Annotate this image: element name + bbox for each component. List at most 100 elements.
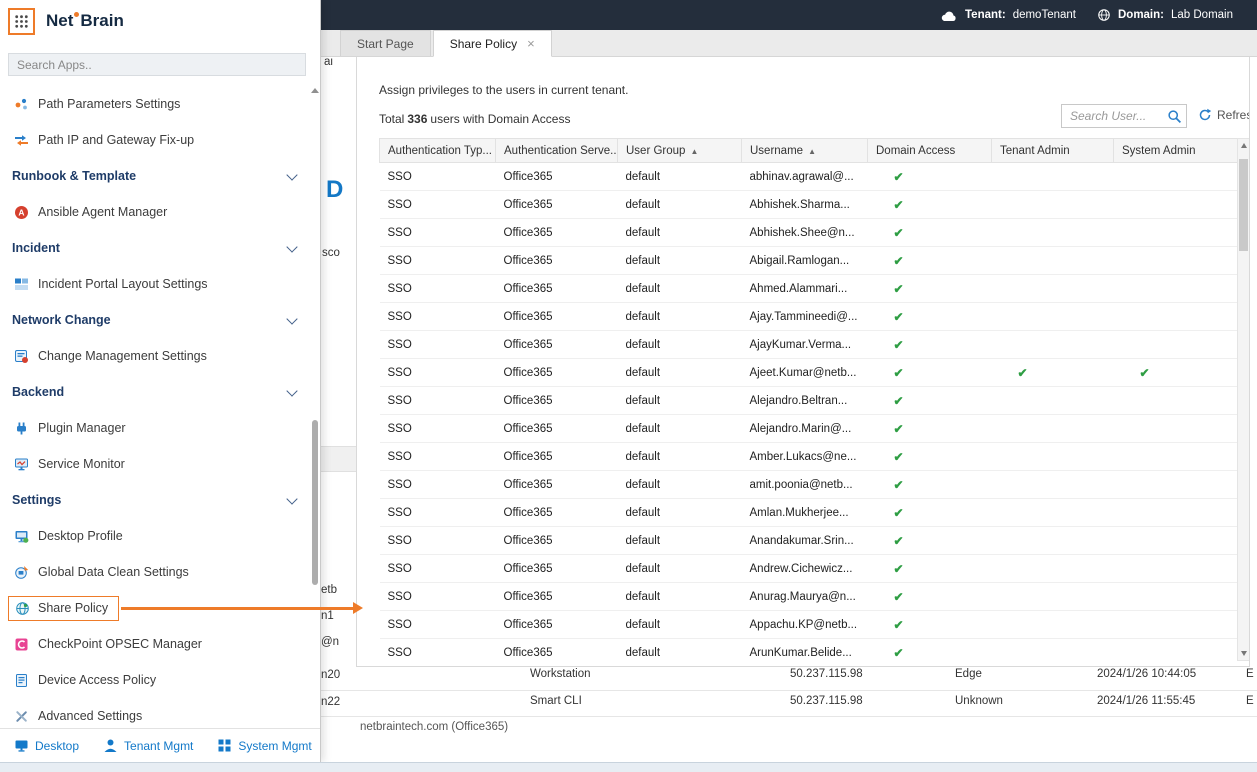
search-apps-input[interactable]: [9, 54, 305, 75]
table-row[interactable]: SSO Office365 default Alejandro.Marin@... ✔: [379, 414, 1238, 443]
table-cell: Office365: [495, 246, 618, 275]
table-row[interactable]: SSO Office365 default Abhishek.Shee@n... ✔: [379, 218, 1238, 247]
search-icon[interactable]: [1167, 109, 1182, 129]
footer-link-desktop[interactable]: Desktop: [14, 738, 79, 753]
sidebar-section-label: Incident: [12, 241, 60, 255]
column-tenant-admin[interactable]: Tenant Admin: [991, 138, 1114, 163]
table-cell: SSO: [379, 442, 496, 471]
column-username[interactable]: Username ▲: [741, 138, 868, 163]
check-icon: ✔: [893, 281, 904, 296]
table-row[interactable]: SSOOffice365defaultashhar.mohamme...✔: [380, 667, 1238, 668]
table-row[interactable]: SSO Office365 default Abhishek.Sharma... ✔: [379, 190, 1238, 219]
column-authentication-type[interactable]: Authentication Typ...: [379, 138, 496, 163]
logo-dot-icon: [74, 12, 80, 17]
sidebar-item-plugin-manager[interactable]: Plugin Manager: [0, 410, 320, 446]
sidebar-section-incident[interactable]: Incident: [0, 230, 320, 266]
table-scrollbar[interactable]: [1237, 138, 1249, 661]
column-domain-access[interactable]: Domain Access: [867, 138, 992, 163]
desktop-profile-icon: [14, 529, 29, 544]
domain-value[interactable]: Lab Domain: [1171, 9, 1233, 21]
sidebar-item-device-access-policy[interactable]: Device Access Policy: [0, 662, 320, 698]
sort-asc-icon[interactable]: ▲: [690, 147, 698, 156]
table-cell-checked: ✔: [991, 358, 1114, 387]
sidebar-scrollbar[interactable]: [311, 86, 319, 736]
sidebar-item-incident-portal-layout-settings[interactable]: Incident Portal Layout Settings: [0, 266, 320, 302]
tab-start-page[interactable]: Start Page: [340, 30, 431, 56]
scroll-up-icon[interactable]: [1241, 143, 1247, 148]
scroll-down-icon[interactable]: [1241, 651, 1247, 656]
table-cell: [1113, 442, 1238, 471]
sidebar-item-change-management-settings[interactable]: Change Management Settings: [0, 338, 320, 374]
device-access-icon: [14, 673, 29, 688]
clipped-text: D: [326, 176, 344, 203]
table-cell: Office365: [495, 554, 618, 583]
table-row[interactable]: SSO Office365 default Amlan.Mukherjee... ✔: [379, 498, 1238, 527]
table-cell: Alejandro.Beltran...: [741, 386, 868, 415]
table-row[interactable]: SSO Office365 default Amber.Lukacs@ne... ✔: [379, 442, 1238, 471]
table-row[interactable]: SSO Office365 default amit.poonia@netb... ✔: [379, 470, 1238, 499]
table-cell: [1113, 526, 1238, 555]
table-row[interactable]: SSO Office365 default Ahmed.Alammari... ✔: [379, 274, 1238, 303]
sidebar-section-settings[interactable]: Settings: [0, 482, 320, 518]
sort-asc-icon[interactable]: ▲: [808, 147, 816, 156]
footer-link-label: Desktop: [35, 738, 80, 753]
sidebar-section-backend[interactable]: Backend: [0, 374, 320, 410]
table-row[interactable]: SSO Office365 default Alejandro.Beltran... ✔: [379, 386, 1238, 415]
table-cell: ArunKumar.Belide...: [741, 638, 868, 666]
scrollbar-thumb[interactable]: [1239, 159, 1248, 251]
tab-share-policy[interactable]: Share Policy ×: [432, 30, 552, 57]
global-data-clean-icon: [14, 565, 29, 580]
apps-grid-button[interactable]: [8, 8, 35, 35]
sidebar-section-runbook-template[interactable]: Runbook & Template: [0, 158, 320, 194]
scrollbar-thumb[interactable]: [312, 420, 318, 585]
table-cell: SSO: [379, 246, 496, 275]
table-row[interactable]: SSO Office365 default AjayKumar.Verma... ✔: [379, 330, 1238, 359]
table-row[interactable]: SSO Office365 default ArunKumar.Belide... ✔: [379, 638, 1238, 666]
table-row[interactable]: SSO Office365 default Andrew.Cichewicz... ✔: [379, 554, 1238, 583]
column-user-group[interactable]: User Group ▲: [617, 138, 742, 163]
table-row[interactable]: SSO Office365 default abhinav.agrawal@... ✔: [379, 162, 1238, 191]
close-icon[interactable]: ×: [527, 37, 535, 50]
sidebar-item-service-monitor[interactable]: Service Monitor: [0, 446, 320, 482]
table-cell-checked: ✔: [867, 274, 992, 303]
table-row[interactable]: SSO Office365 default Ajeet.Kumar@netb... ✔ ✔…: [379, 358, 1238, 387]
footer-link-system-mgmt[interactable]: System Mgmt: [217, 738, 312, 753]
table-cell-checked: ✔: [867, 526, 992, 555]
table-cell: [1113, 330, 1238, 359]
sidebar-item-global-data-clean-settings[interactable]: Global Data Clean Settings: [0, 554, 320, 590]
table-cell: Office365: [495, 610, 618, 639]
refresh-label: Refresh: [1217, 108, 1249, 122]
sidebar-item-desktop-profile[interactable]: Desktop Profile: [0, 518, 320, 554]
table-row[interactable]: SSO Office365 default Abigail.Ramlogan... ✔: [379, 246, 1238, 275]
sidebar-item-label: Plugin Manager: [38, 421, 126, 435]
sidebar-item-label: CheckPoint OPSEC Manager: [38, 637, 202, 651]
sidebar-item-ansible-agent-manager[interactable]: A Ansible Agent Manager: [0, 194, 320, 230]
sidebar-item-checkpoint-opsec-manager[interactable]: CheckPoint OPSEC Manager: [0, 626, 320, 662]
sidebar-item-label: Path IP and Gateway Fix-up: [38, 133, 195, 147]
table-cell: [1113, 582, 1238, 611]
table-cell: default: [617, 190, 742, 219]
table-cell: Office365: [495, 414, 618, 443]
sidebar-item-path-parameters-settings[interactable]: Path Parameters Settings: [0, 86, 320, 122]
refresh-button[interactable]: Refresh: [1198, 108, 1249, 122]
refresh-icon: [1198, 108, 1212, 122]
clipped-element: [320, 446, 356, 472]
tenant-value[interactable]: demoTenant: [1013, 9, 1076, 21]
scroll-up-icon[interactable]: [311, 88, 319, 93]
table-row[interactable]: SSO Office365 default Ajay.Tammineedi@... ✔: [379, 302, 1238, 331]
user-search-box: [1061, 104, 1187, 128]
table-row[interactable]: SSO Office365 default Anandakumar.Srin... ✔: [379, 526, 1238, 555]
footer-link-tenant-mgmt[interactable]: Tenant Mgmt: [103, 738, 193, 753]
table-cell: Abhishek.Sharma...: [741, 190, 868, 219]
chevron-down-icon: [286, 241, 298, 253]
sidebar-section-network-change[interactable]: Network Change: [0, 302, 320, 338]
table-row[interactable]: SSO Office365 default Appachu.KP@netb... ✔: [379, 610, 1238, 639]
session-cell: Edge: [955, 668, 982, 680]
column-authentication-server[interactable]: Authentication Serve...: [495, 138, 618, 163]
column-system-admin[interactable]: System Admin: [1113, 138, 1238, 163]
table-cell: Office365: [495, 526, 618, 555]
check-icon: ✔: [893, 197, 904, 212]
domain-label: Domain:: [1117, 9, 1164, 21]
sidebar-item-path-ip-gateway-fixup[interactable]: Path IP and Gateway Fix-up: [0, 122, 320, 158]
table-row[interactable]: SSO Office365 default Anurag.Maurya@n... ✔: [379, 582, 1238, 611]
